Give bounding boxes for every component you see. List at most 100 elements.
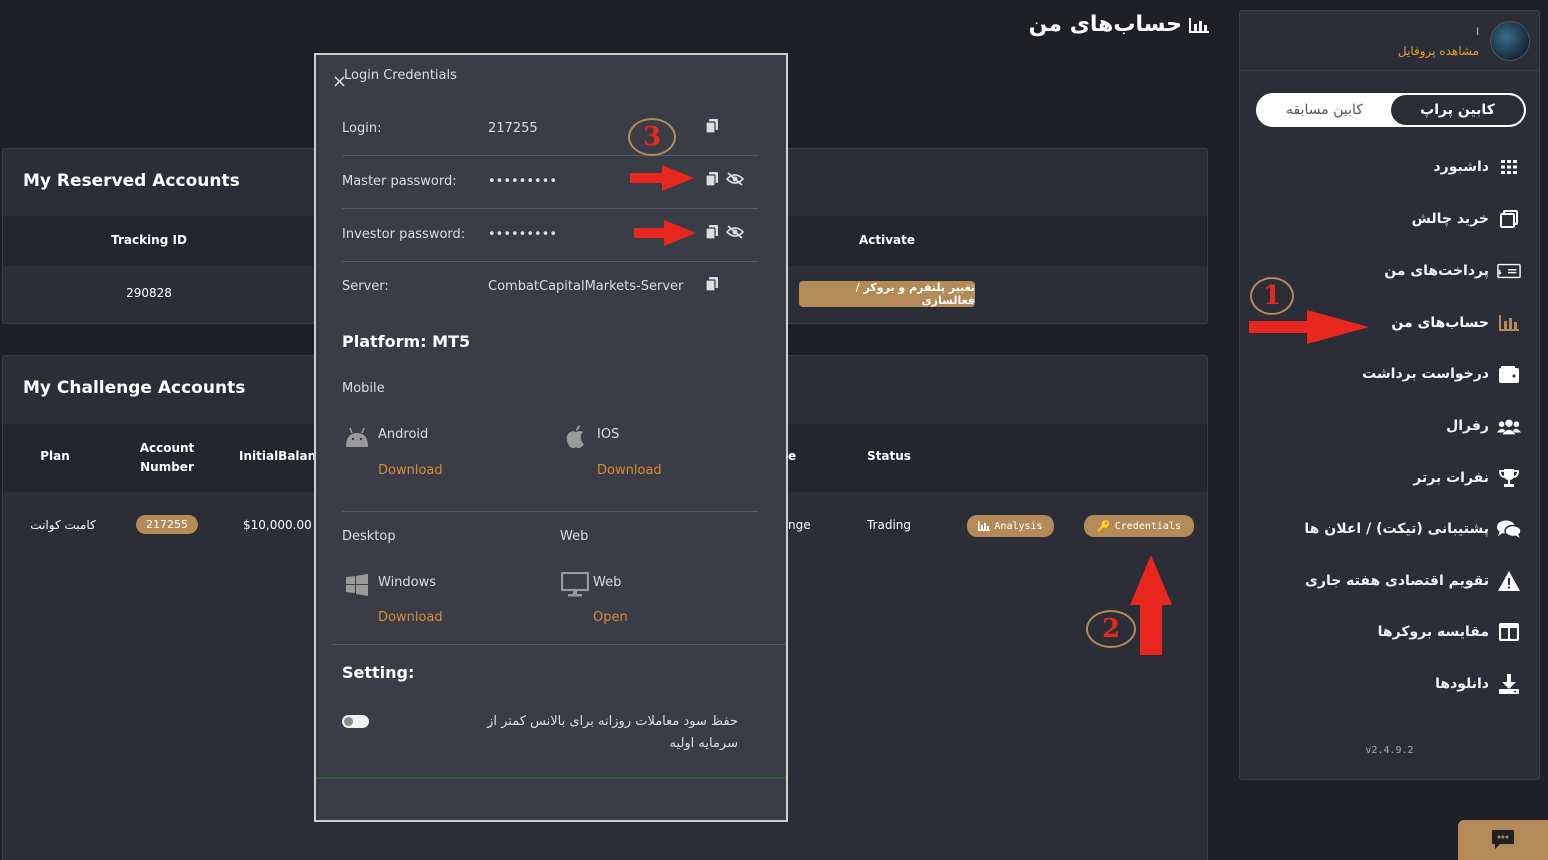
sidebar-item-downloads[interactable]: دانلودها [1435, 669, 1521, 699]
login-credentials-modal: × Login Credentials Login: 217255 Master… [314, 53, 788, 822]
trophy-icon [1497, 469, 1521, 487]
keep-profit-toggle[interactable] [342, 715, 369, 728]
server-label: Server: [342, 279, 389, 294]
web-open-link[interactable]: Open [593, 610, 628, 625]
sidebar-item-label: پرداخت‌های من [1384, 263, 1489, 279]
account-number-badge: 217255 [136, 515, 198, 534]
chat-bubble-icon [1492, 830, 1514, 849]
page-title: حساب‌های من [1029, 12, 1210, 37]
grid-icon [1497, 160, 1521, 174]
competition-cabin-option[interactable]: کابین مسابقه [1258, 95, 1391, 125]
credentials-label: Credentials [1114, 520, 1181, 532]
sidebar-item-compare-brokers[interactable]: مقایسه بروکرها [1378, 617, 1521, 647]
live-chat-button[interactable] [1458, 820, 1548, 860]
modal-title: Login Credentials [344, 68, 457, 83]
master-password-row: Master password: ••••••••• [342, 156, 758, 209]
cell-account-number: 217255 [133, 515, 201, 534]
apple-icon [566, 425, 584, 449]
ios-label: IOS [597, 427, 620, 442]
header-plan: Plan [40, 449, 70, 463]
ios-download-link[interactable]: Download [597, 463, 662, 478]
analysis-label: Analysis [994, 520, 1043, 532]
download-icon [1497, 674, 1521, 694]
annotation-3: 3 [628, 118, 676, 156]
android-download-link[interactable]: Download [378, 463, 443, 478]
sidebar-item-label: مقایسه بروکرها [1377, 624, 1489, 640]
copy-window-icon [1497, 210, 1521, 228]
profile-section: ا مشاهده پروفایل [1240, 11, 1539, 71]
bar-chart-icon [1497, 315, 1521, 331]
reserved-accounts-title: My Reserved Accounts [23, 171, 240, 191]
view-profile-link[interactable]: مشاهده پروفایل [1398, 44, 1479, 58]
sidebar-item-buy-challenge[interactable]: خرید چالش [1412, 204, 1521, 234]
sidebar-item-label: خرید چالش [1411, 211, 1489, 227]
svg-text:$: $ [1497, 268, 1502, 276]
cell-type: nge [788, 518, 811, 532]
investor-password-value: ••••••••• [488, 227, 558, 242]
sidebar-item-payments[interactable]: $ پرداخت‌های من [1384, 256, 1521, 286]
login-label: Login: [342, 121, 382, 136]
sidebar-item-dashboard[interactable]: داشبورد [1434, 152, 1522, 182]
warning-icon [1497, 571, 1521, 591]
eye-slash-icon[interactable] [726, 172, 744, 186]
login-value: 217255 [488, 121, 538, 136]
server-row: Server: CombatCapitalMarkets-Server [342, 262, 758, 315]
profile-name: ا [1476, 27, 1479, 38]
monitor-icon [561, 572, 589, 597]
cabin-toggle[interactable]: کابین پراپ کابین مسابقه [1256, 93, 1526, 127]
arrow-right-icon [1249, 310, 1369, 344]
sidebar-item-label: داشبورد [1433, 159, 1490, 175]
analysis-button[interactable]: Analysis [967, 515, 1054, 537]
copy-icon[interactable] [706, 225, 718, 239]
header-activate: Activate [858, 233, 916, 247]
investor-password-label: Investor password: [342, 227, 466, 242]
prop-cabin-option[interactable]: کابین پراپ [1391, 95, 1524, 125]
annotation-2: 2 [1086, 610, 1136, 648]
header-type: e [788, 449, 797, 463]
columns-icon [1497, 623, 1521, 641]
users-icon [1497, 418, 1521, 435]
key-icon: 🔑 [1097, 519, 1111, 533]
activate-button[interactable]: تغییر پلتفرم و بروکر / فعالسازی [799, 281, 975, 307]
windows-download-link[interactable]: Download [378, 610, 443, 625]
divider [342, 511, 758, 512]
copy-icon[interactable] [706, 277, 718, 291]
challenge-accounts-title: My Challenge Accounts [23, 378, 246, 398]
windows-icon [346, 574, 368, 596]
app-version: v2.4.9.2 [1365, 745, 1414, 756]
sidebar-item-my-accounts[interactable]: حساب‌های من [1391, 308, 1521, 338]
header-status: Status [867, 449, 911, 463]
sidebar-item-economic-calendar[interactable]: تقویم اقتصادی هفته جاری [1305, 566, 1521, 596]
eye-slash-icon[interactable] [726, 225, 744, 239]
sidebar-item-withdrawal[interactable]: درخواست برداشت [1362, 359, 1521, 389]
mobile-heading: Mobile [342, 381, 385, 396]
sidebar-item-referral[interactable]: رفرال [1446, 411, 1521, 441]
bar-chart-icon [978, 521, 991, 531]
sidebar-item-label: حساب‌های من [1391, 315, 1489, 331]
sidebar-item-support[interactable]: پشتیبانی (تیکت) / اعلان ها [1304, 514, 1521, 544]
copy-icon[interactable] [706, 119, 718, 133]
credentials-button[interactable]: 🔑 Credentials [1084, 515, 1194, 537]
sidebar: ا مشاهده پروفایل کابین پراپ کابین مسابقه… [1239, 10, 1540, 780]
master-password-value: ••••••••• [488, 174, 558, 189]
copy-icon[interactable] [706, 172, 718, 186]
sidebar-item-label: رفرال [1446, 418, 1489, 434]
setting-heading: Setting: [342, 663, 415, 682]
cell-tracking-id: 290828 [126, 286, 172, 300]
web-heading: Web [560, 529, 589, 544]
arrow-right-icon [634, 220, 696, 246]
bar-chart-icon [1189, 17, 1209, 33]
arrow-right-icon [630, 165, 694, 191]
platform-heading: Platform: MT5 [342, 332, 471, 351]
divider [332, 644, 786, 645]
web-label: Web [593, 575, 622, 590]
sidebar-item-label: نفرات برتر [1413, 470, 1489, 486]
sidebar-item-top-traders[interactable]: نفرات برتر [1413, 463, 1521, 493]
cell-initial-balance: $10,000.00 [243, 518, 312, 532]
login-row: Login: 217255 [342, 103, 758, 156]
chat-icon [1497, 520, 1521, 538]
wallet-icon [1497, 365, 1521, 383]
avatar[interactable] [1490, 21, 1530, 61]
sidebar-item-label: پشتیبانی (تیکت) / اعلان ها [1304, 521, 1489, 537]
windows-label: Windows [378, 575, 437, 590]
